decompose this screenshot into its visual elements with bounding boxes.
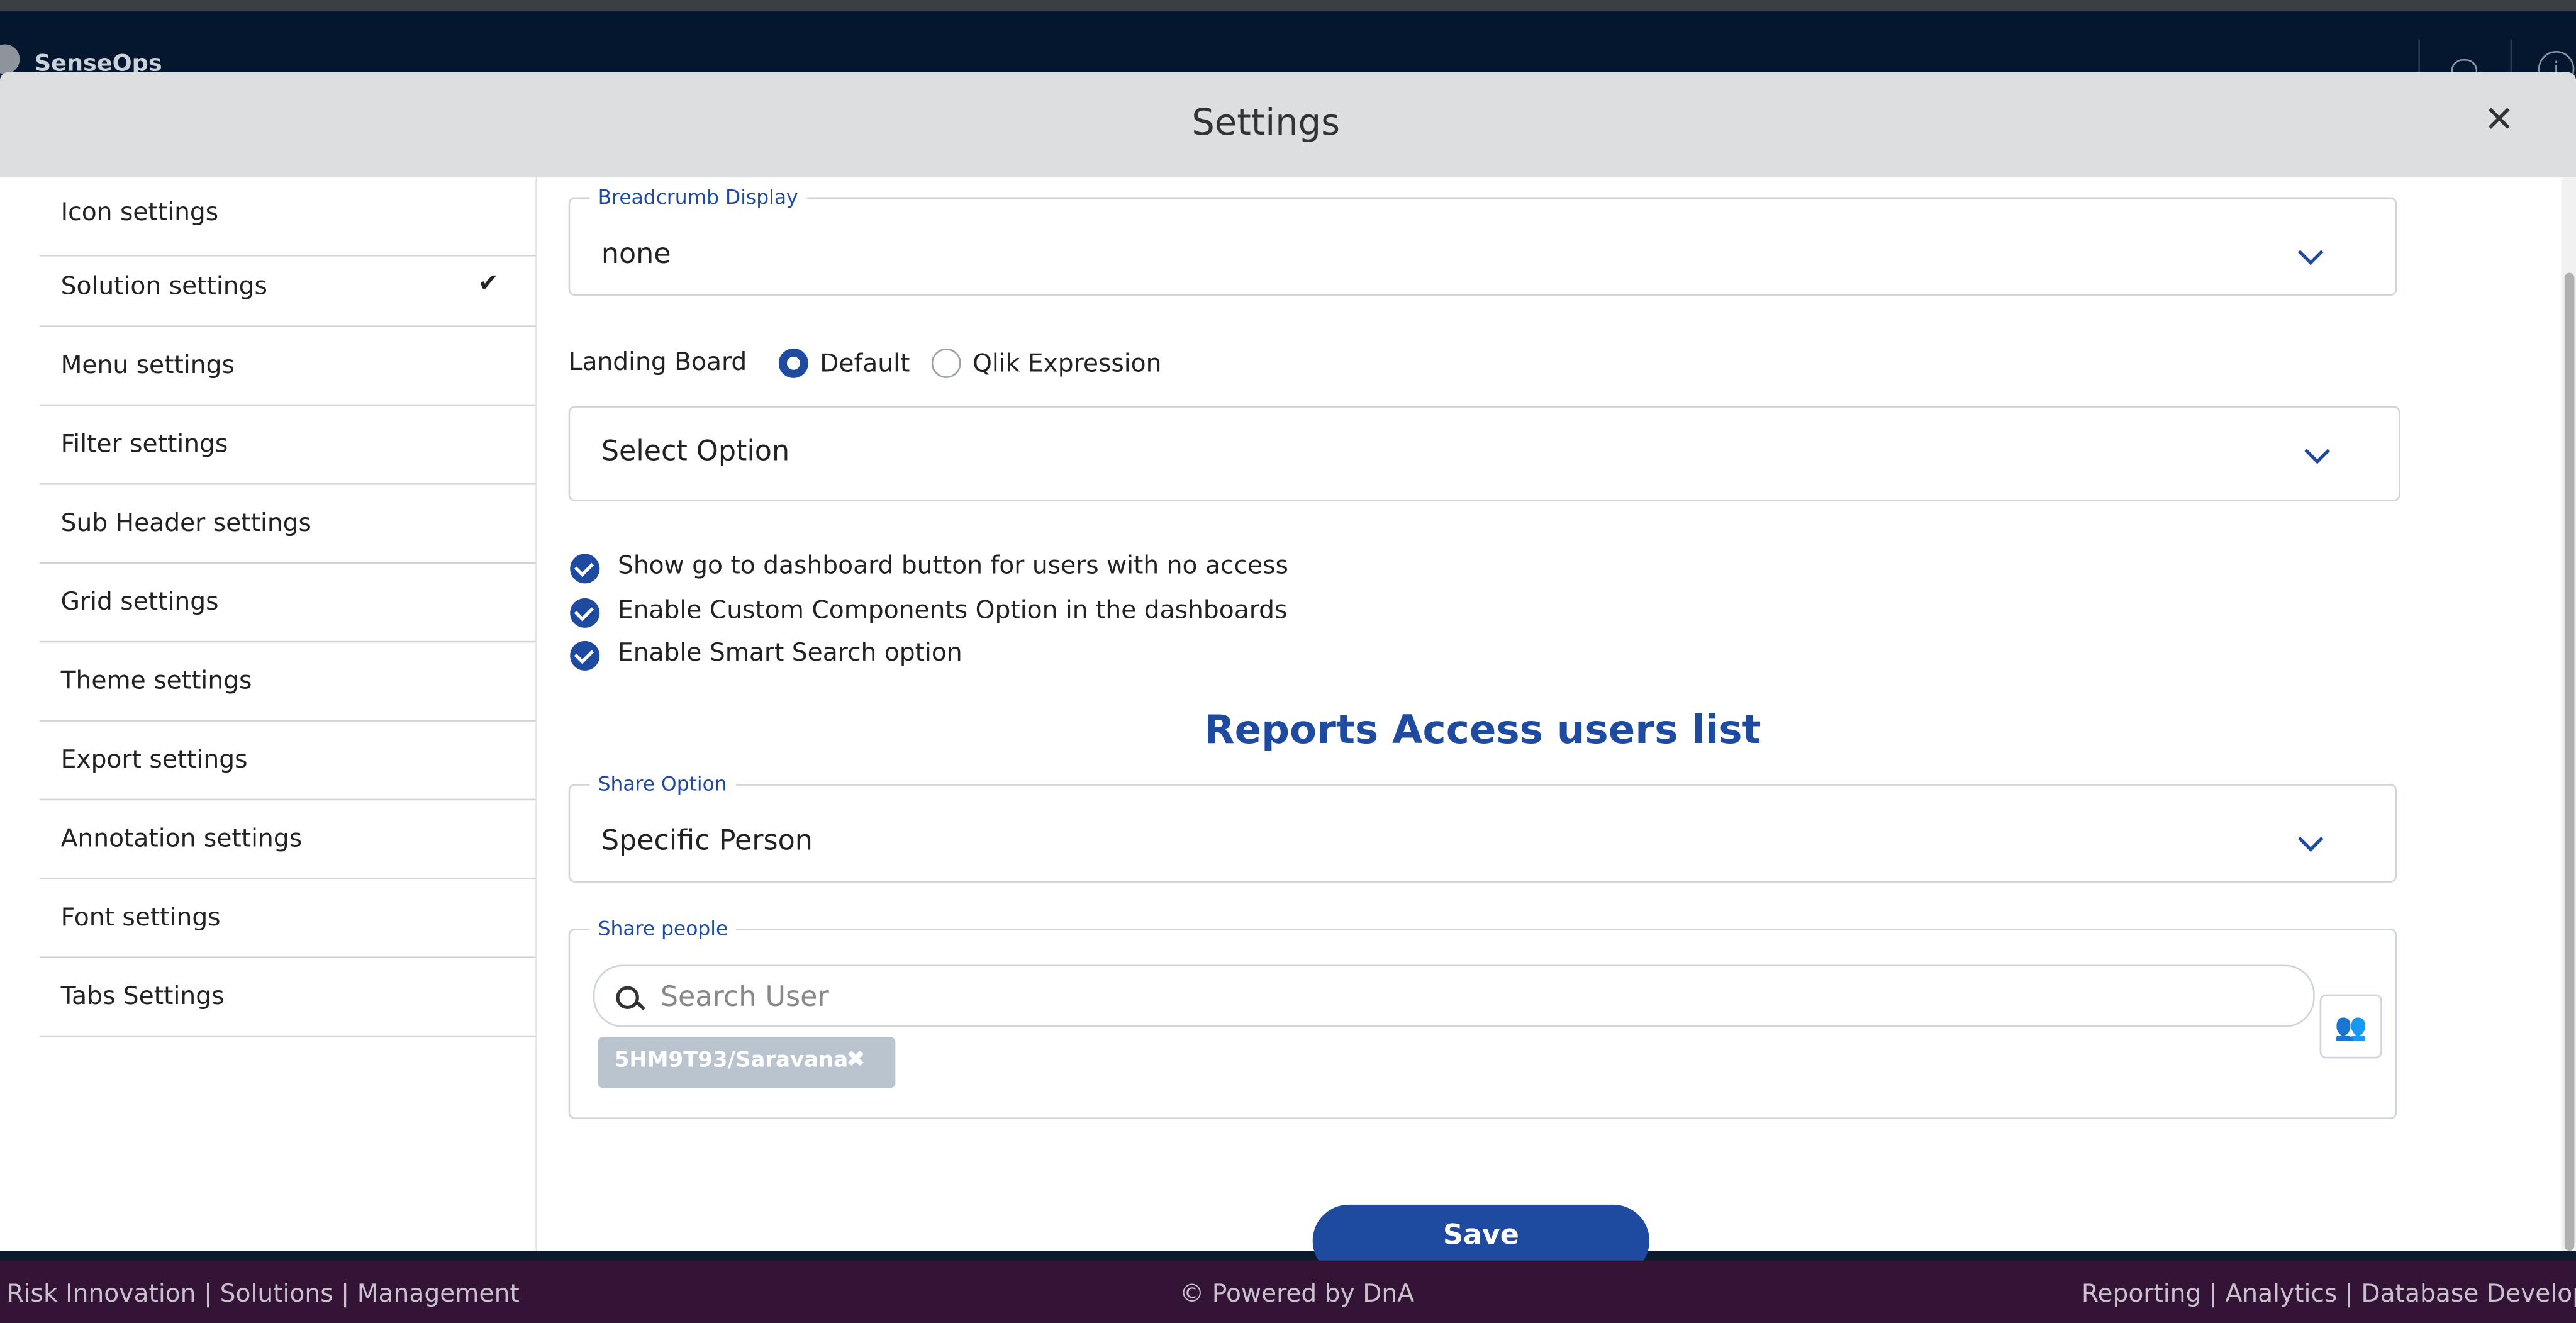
- share-option-label: Share Option: [598, 772, 727, 796]
- screen: SenseOps i Settings ✕ Icon settings Solu…: [0, 0, 2576, 1323]
- app-logo-icon: [0, 44, 20, 74]
- breadcrumb-display-value: none: [601, 238, 671, 272]
- check-icon: ✔: [477, 267, 499, 298]
- radio-default[interactable]: [778, 348, 808, 378]
- radio-qlik-expression-label[interactable]: Qlik Expression: [973, 349, 1161, 378]
- footer-center-text: © Powered by DnA: [1179, 1278, 1415, 1309]
- checkbox-label: Enable Smart Search option: [617, 637, 962, 667]
- sidebar-item-icon-settings[interactable]: Icon settings: [39, 177, 536, 257]
- checkbox-label: Show go to dashboard button for users wi…: [617, 550, 1288, 581]
- checkbox-smart-search[interactable]: [570, 640, 600, 671]
- modal-header: Settings ✕: [0, 72, 2576, 178]
- sidebar-item-export-settings[interactable]: Export settings: [39, 722, 536, 801]
- search-user-bar[interactable]: [593, 964, 2315, 1027]
- search-icon: [616, 986, 639, 1010]
- radio-default-label[interactable]: Default: [820, 349, 910, 378]
- breadcrumb-display-label: Breadcrumb Display: [598, 186, 798, 209]
- share-option-select[interactable]: Share Option Specific Person: [568, 772, 2397, 883]
- chevron-down-icon: [2297, 239, 2324, 265]
- sidebar-item-label: Grid settings: [60, 586, 219, 617]
- landing-board-select-value: Select Option: [601, 435, 790, 469]
- scrollbar-thumb[interactable]: [2564, 272, 2575, 1251]
- sidebar-item-annotation-settings[interactable]: Annotation settings: [39, 800, 536, 879]
- window-top-strip: [0, 0, 2576, 12]
- search-user-input[interactable]: [657, 976, 2274, 1019]
- sidebar-item-theme-settings[interactable]: Theme settings: [39, 642, 536, 722]
- sidebar-item-label: Annotation settings: [60, 823, 303, 853]
- landing-board-select[interactable]: Select Option: [568, 406, 2400, 501]
- footer-left-text: Risk Innovation | Solutions | Management: [6, 1278, 520, 1309]
- settings-sidebar: Icon settings Solution settings ✔ Menu s…: [0, 177, 537, 1251]
- share-people-label: Share people: [598, 917, 728, 941]
- user-chip: 5HM9T93/Saravana ✖: [598, 1037, 896, 1088]
- checkbox-go-to-dashboard[interactable]: [570, 554, 600, 584]
- checkbox-custom-components[interactable]: [570, 598, 600, 628]
- footer-right-text: Reporting | Analytics | Database Develop: [2081, 1278, 2576, 1309]
- sidebar-item-font-settings[interactable]: Font settings: [39, 879, 536, 959]
- reports-access-title: Reports Access users list: [1204, 706, 1761, 753]
- radio-qlik-expression[interactable]: [931, 348, 961, 378]
- sidebar-item-label: Sub Header settings: [60, 508, 311, 538]
- sidebar-item-filter-settings[interactable]: Filter settings: [39, 406, 536, 485]
- user-chip-label: 5HM9T93/Saravana: [614, 1048, 849, 1073]
- chevron-down-icon: [2297, 826, 2324, 852]
- close-icon[interactable]: ✕: [2484, 101, 2514, 142]
- sidebar-item-sub-header-settings[interactable]: Sub Header settings: [39, 485, 536, 564]
- sidebar-item-label: Icon settings: [60, 197, 219, 227]
- chevron-down-icon: [2304, 438, 2330, 464]
- modal-title: Settings: [1191, 103, 1341, 145]
- sidebar-item-grid-settings[interactable]: Grid settings: [39, 564, 536, 643]
- sidebar-item-label: Solution settings: [60, 271, 267, 301]
- breadcrumb-display-select[interactable]: Breadcrumb Display none: [568, 186, 2397, 296]
- sidebar-item-label: Export settings: [60, 744, 248, 774]
- sidebar-item-label: Font settings: [60, 902, 221, 932]
- sidebar-item-menu-settings[interactable]: Menu settings: [39, 327, 536, 406]
- sidebar-item-label: Tabs Settings: [60, 981, 225, 1011]
- landing-board-label: Landing Board: [568, 347, 747, 377]
- footer: Risk Innovation | Solutions | Management…: [0, 1260, 2576, 1323]
- remove-chip-icon[interactable]: ✖: [846, 1047, 866, 1073]
- share-option-value: Specific Person: [601, 825, 813, 858]
- sidebar-item-label: Menu settings: [60, 350, 235, 380]
- users-icon[interactable]: 👥: [2319, 994, 2382, 1059]
- sidebar-item-label: Theme settings: [60, 666, 252, 696]
- sidebar-item-tabs-settings[interactable]: Tabs Settings: [39, 958, 536, 1037]
- checkbox-label: Enable Custom Components Option in the d…: [617, 595, 1288, 625]
- sidebar-item-solution-settings[interactable]: Solution settings ✔: [39, 248, 536, 327]
- sidebar-item-label: Filter settings: [60, 428, 228, 459]
- app-bar: SenseOps i: [0, 11, 2576, 89]
